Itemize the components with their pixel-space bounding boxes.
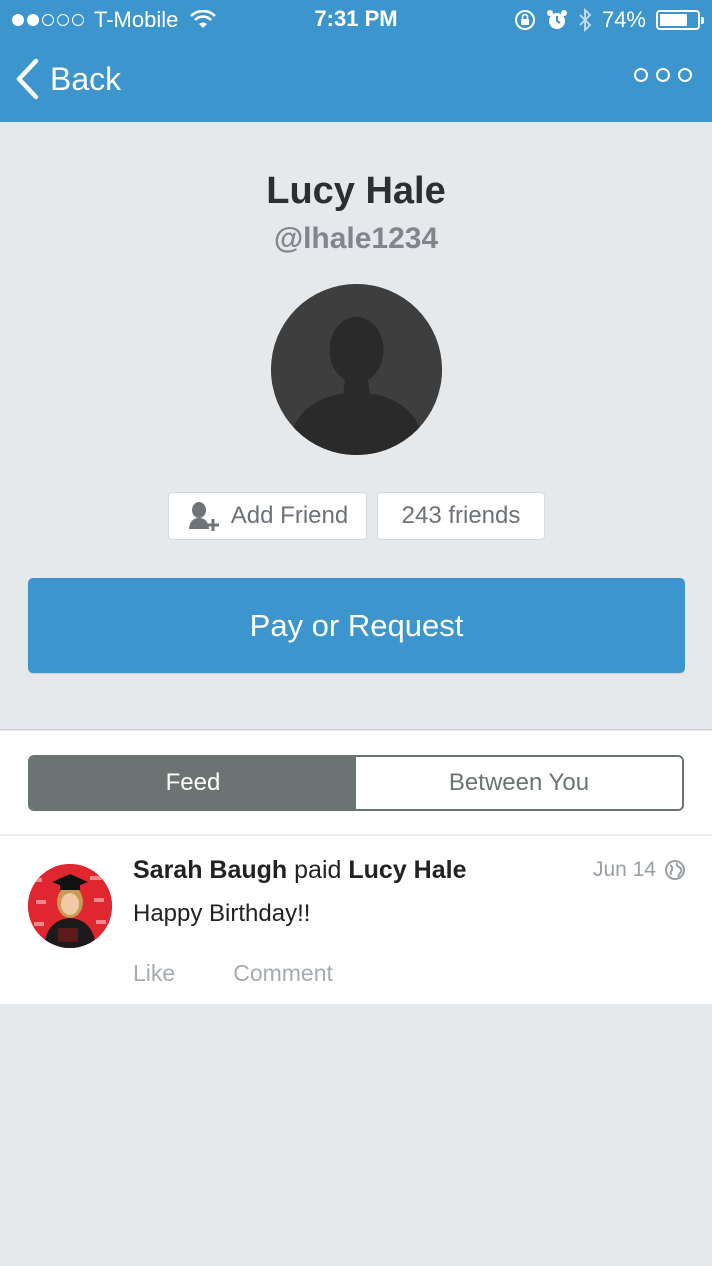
tab-between-you-label: Between You	[448, 769, 590, 796]
ellipsis-icon	[678, 68, 692, 82]
feed-actions: Like Comment	[133, 960, 333, 987]
pay-or-request-button[interactable]: Pay or Request	[28, 578, 685, 673]
back-button[interactable]: Back	[14, 58, 121, 100]
feed-verb: paid	[294, 856, 342, 884]
globe-icon	[665, 860, 685, 880]
battery-fill	[660, 14, 687, 26]
chevron-left-icon	[16, 58, 39, 100]
alarm-icon	[546, 10, 567, 29]
rotation-lock-icon	[514, 10, 535, 30]
top-header: T-Mobile 7:31 PM 74% Back	[0, 0, 712, 122]
segmented-control: Feed Between You	[28, 755, 684, 811]
tabs-section: Feed Between You	[0, 731, 712, 835]
feed-user-avatar[interactable]	[28, 864, 112, 948]
tab-feed[interactable]: Feed	[30, 757, 356, 809]
feed-transaction-line: Sarah Baugh paid Lucy Hale	[133, 856, 466, 885]
feed-date-text: Jun 14	[592, 858, 656, 881]
battery-nub	[701, 17, 704, 24]
status-right: 74%	[514, 7, 704, 33]
like-button[interactable]: Like	[133, 960, 175, 987]
feed-actor-name[interactable]: Sarah Baugh	[133, 856, 287, 884]
pay-or-request-label: Pay or Request	[249, 607, 464, 643]
more-options-button[interactable]	[634, 68, 692, 82]
battery-percent: 74%	[601, 7, 646, 32]
status-bar: T-Mobile 7:31 PM 74%	[0, 0, 712, 40]
friends-count-label: 243 friends	[401, 502, 521, 529]
back-label: Back	[50, 60, 122, 97]
add-user-icon	[188, 502, 219, 531]
battery-icon	[656, 10, 704, 30]
ellipsis-icon	[634, 68, 648, 82]
add-friend-button[interactable]: Add Friend	[168, 492, 367, 540]
navigation-bar: Back	[0, 40, 712, 122]
comment-button[interactable]: Comment	[233, 960, 333, 987]
bluetooth-icon	[579, 8, 592, 32]
profile-handle: @lhale1234	[273, 222, 439, 255]
graduate-photo-avatar	[28, 864, 112, 948]
ellipsis-icon	[656, 68, 670, 82]
feed-message: Happy Birthday!!	[133, 900, 311, 927]
feed-date: Jun 14	[593, 858, 686, 882]
profile-name: Lucy Hale	[266, 170, 446, 212]
default-user-avatar-icon	[271, 284, 442, 455]
tab-between-you[interactable]: Between You	[356, 757, 682, 809]
profile-avatar	[271, 284, 442, 455]
feed-item[interactable]: Sarah Baugh paid Lucy Hale Jun 14 Happy …	[0, 836, 712, 1004]
friends-count-button[interactable]: 243 friends	[377, 492, 545, 540]
tab-feed-label: Feed	[165, 769, 221, 796]
add-friend-label: Add Friend	[230, 502, 349, 529]
profile-section: Lucy Hale @lhale1234 Add Friend 243 frie…	[0, 122, 712, 730]
feed-target-name[interactable]: Lucy Hale	[348, 856, 466, 884]
